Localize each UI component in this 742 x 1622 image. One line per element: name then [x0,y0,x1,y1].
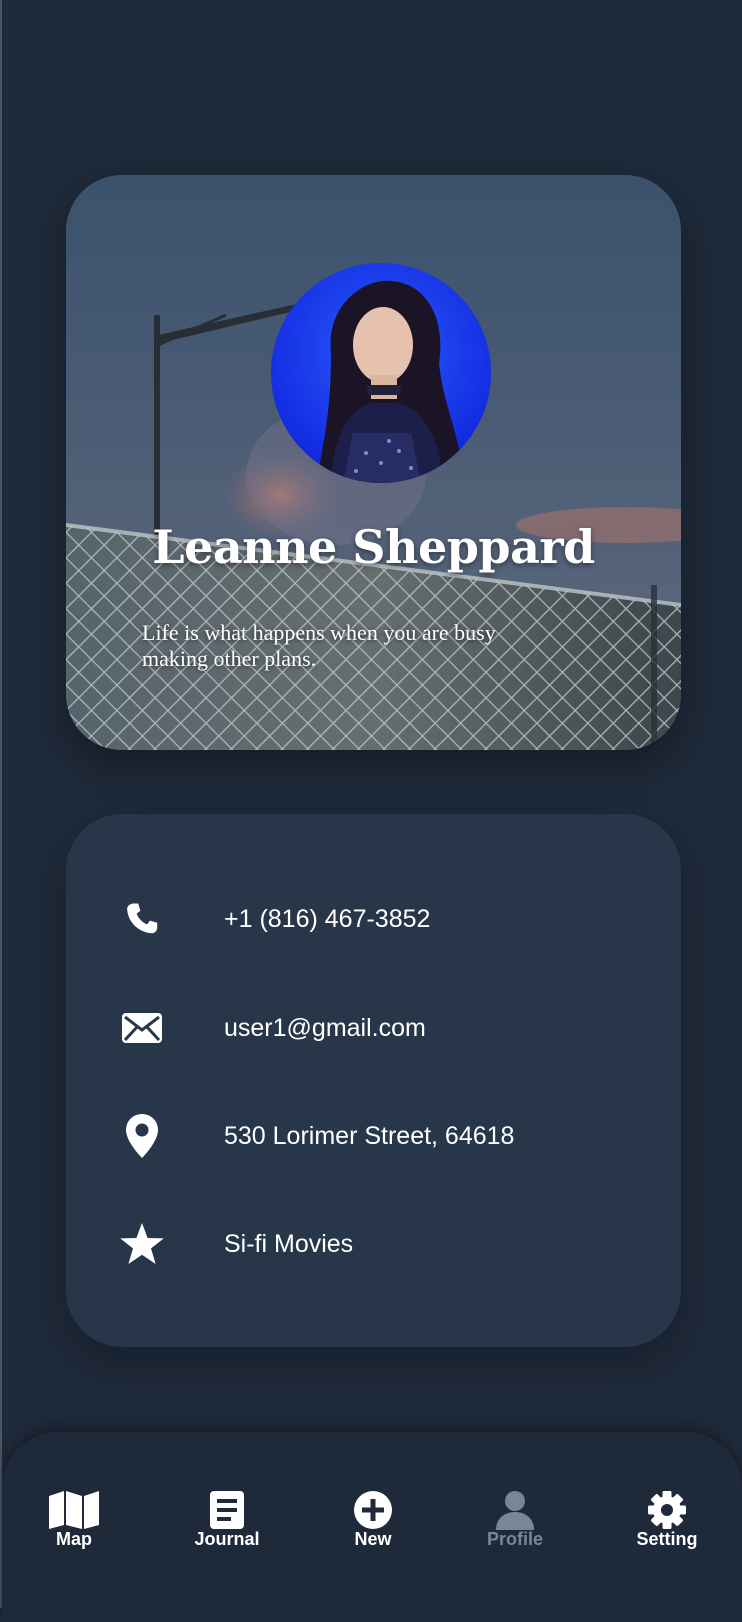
mail-icon [119,1002,165,1054]
window-edge [0,0,2,1608]
location-pin-icon [119,1110,165,1162]
phone-number: +1 (816) 467-3852 [224,904,431,933]
journal-icon [200,1488,254,1530]
street-address: 530 Lorimer Street, 64618 [224,1121,515,1150]
nav-journal-label: Journal [194,1529,260,1549]
gear-icon [640,1488,694,1530]
nav-map[interactable]: Map [14,1488,134,1548]
info-row-phone[interactable]: +1 (816) 467-3852 [66,884,681,954]
nav-new[interactable]: New [313,1488,433,1548]
nav-map-label: Map [56,1529,92,1549]
profile-quote: Life is what happens when you are busy m… [142,620,496,671]
avatar[interactable] [271,263,491,483]
bottom-navigation: Map Journal New Profile Setting [2,1432,742,1622]
plus-circle-icon [346,1488,400,1530]
nav-profile-label: Profile [486,1529,543,1549]
info-row-address[interactable]: 530 Lorimer Street, 64618 [66,1101,681,1171]
profile-card: Leanne Sheppard Life is what happens whe… [66,175,681,750]
user-icon [488,1488,542,1530]
map-icon [47,1488,101,1530]
email-address: user1@gmail.com [224,1013,426,1042]
nav-setting-label: Setting [636,1529,698,1549]
profile-name: Leanne Sheppard [152,520,595,574]
nav-new-label: New [354,1529,392,1549]
favorite-interest: Si-fi Movies [224,1229,354,1258]
nav-profile[interactable]: Profile [455,1488,575,1548]
nav-journal[interactable]: Journal [167,1488,287,1548]
info-row-email[interactable]: user1@gmail.com [66,993,681,1063]
phone-icon [119,893,165,945]
star-icon [119,1218,165,1270]
nav-setting[interactable]: Setting [607,1488,727,1548]
info-row-interest[interactable]: Si-fi Movies [66,1209,681,1279]
contact-info-card: +1 (816) 467-3852 user1@gmail.com 530 Lo… [66,814,681,1347]
